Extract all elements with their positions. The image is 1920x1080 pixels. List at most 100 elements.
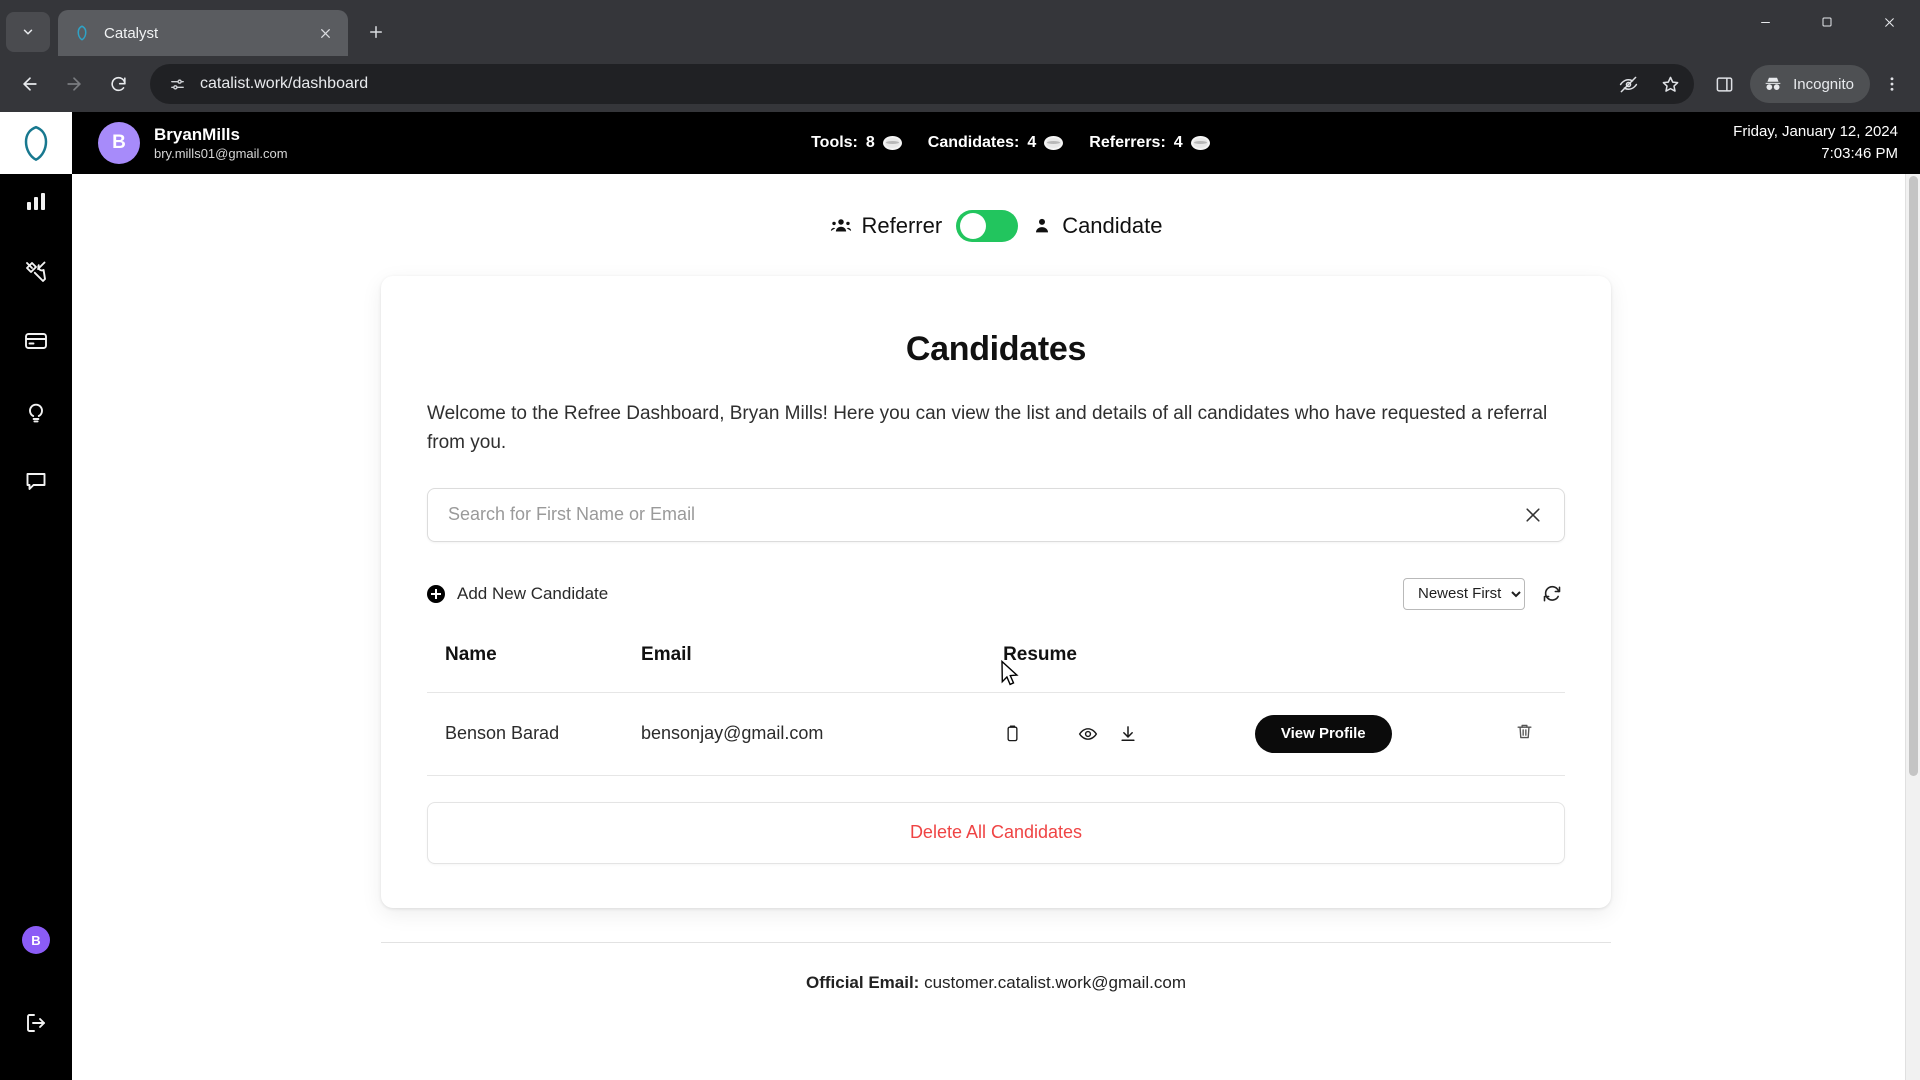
header-date: Friday, January 12, 2024 [1733, 123, 1898, 141]
browser-menu-button[interactable] [1874, 66, 1910, 102]
catalyst-logo-icon [24, 125, 48, 162]
plus-icon [370, 26, 382, 38]
scrollbar-thumb[interactable] [1909, 176, 1918, 776]
omnibox-actions [1610, 66, 1688, 102]
table-head: Name Email Resume [427, 644, 1565, 693]
close-x-icon [1526, 508, 1540, 522]
sidebar-logo[interactable] [0, 112, 72, 174]
window-controls [1734, 0, 1920, 44]
bar-chart-icon [27, 193, 45, 210]
sidebar-item-messages[interactable] [9, 454, 63, 508]
maximize-icon [1822, 17, 1832, 27]
back-arrow-icon [23, 77, 37, 91]
page-footer: Official Email: customer.catalist.work@g… [381, 941, 1611, 1033]
sidebar-item-analytics[interactable] [9, 174, 63, 228]
role-referrer[interactable]: Referrer [830, 213, 942, 239]
eye-off-icon [1619, 76, 1637, 92]
site-settings-icon[interactable] [164, 71, 190, 97]
refresh-button[interactable] [1539, 581, 1565, 607]
delete-candidate-button[interactable] [1515, 722, 1534, 741]
table-action-row: Add New Candidate Newest First Oldest Fi… [427, 577, 1565, 610]
browser-toolbar: catalist.work/dashboard Incognito [0, 56, 1920, 112]
stat-tools-value: 8 [865, 134, 875, 151]
download-resume-button[interactable] [1118, 724, 1138, 744]
header-user[interactable]: B BryanMills bry.mills01@gmail.com [98, 122, 288, 164]
switch-knob [960, 213, 987, 239]
sidebar-item-billing[interactable] [9, 314, 63, 368]
trash-icon [1517, 724, 1532, 739]
kebab-menu-icon [1890, 77, 1894, 91]
role-candidate[interactable]: Candidate [1032, 213, 1163, 239]
table-row: Benson Barad bensonjay@gmail.com View Pr… [427, 691, 1565, 776]
minimize-button[interactable] [1734, 0, 1796, 44]
bookmark-button[interactable] [1652, 66, 1688, 102]
user-name: BryanMills [154, 125, 240, 145]
role-switch[interactable] [956, 210, 1019, 242]
search-bar[interactable] [427, 487, 1565, 542]
role-toggle: Referrer Candidate [830, 210, 1163, 242]
stat-candidates-value: 4 [1027, 134, 1037, 151]
stat-referrers-label: Referrers: [1089, 134, 1166, 151]
candidates-table: Name Email Resume Benson Barad bensonjay… [427, 644, 1565, 776]
search-input[interactable] [448, 504, 1518, 526]
maximize-button[interactable] [1796, 0, 1858, 44]
add-new-candidate-button[interactable]: Add New Candidate [427, 584, 608, 604]
stat-tools: Tools: 8 [811, 134, 902, 152]
download-icon [1121, 726, 1135, 741]
footer-email: customer.catalist.work@gmail.com [924, 972, 1187, 992]
header-stats: Tools: 8 Candidates: 4 Referrers: 4 [811, 134, 1210, 152]
tracking-protection-button[interactable] [1610, 66, 1646, 102]
copy-resume-button[interactable] [1003, 724, 1022, 743]
stat-tools-label: Tools: [811, 134, 858, 151]
tab-search-button[interactable] [6, 12, 50, 52]
side-panel-icon [1716, 76, 1732, 92]
cell-delete [1484, 691, 1565, 776]
lightbulb-icon [29, 403, 43, 423]
side-panel-button[interactable] [1706, 66, 1742, 102]
minimize-icon [1760, 21, 1770, 23]
header-time: 7:03:46 PM [1821, 145, 1898, 162]
cell-email: bensonjay@gmail.com [641, 691, 1004, 776]
credit-card-icon [25, 333, 47, 349]
star-icon [1662, 76, 1678, 92]
sidebar-item-logout[interactable] [9, 996, 63, 1050]
app-header: B BryanMills bry.mills01@gmail.com Tools… [72, 112, 1920, 174]
reload-icon [110, 76, 126, 91]
page-viewport: B B BryanMills bry.mills01@gmail.com Too… [0, 112, 1920, 1080]
incognito-label: Incognito [1793, 75, 1854, 93]
reload-button[interactable] [98, 64, 138, 104]
header-datetime: Friday, January 12, 2024 7:03:46 PM [1733, 121, 1898, 165]
page-scrollbar[interactable] [1905, 174, 1920, 1080]
new-tab-button[interactable] [356, 12, 396, 52]
search-clear-button[interactable] [1518, 500, 1548, 530]
back-button[interactable] [10, 64, 50, 104]
tab-strip: Catalyst [0, 0, 1920, 56]
sidebar-item-insights[interactable] [9, 384, 63, 438]
user-avatar[interactable]: B [98, 122, 140, 164]
column-delete [1485, 644, 1565, 693]
forward-button[interactable] [54, 64, 94, 104]
sidebar-avatar[interactable]: B [22, 926, 50, 954]
sort-select[interactable]: Newest First Oldest First [1403, 577, 1525, 610]
coin-icon [882, 136, 902, 150]
table-header-row: Name Email Resume [427, 644, 1565, 693]
preview-resume-button[interactable] [1078, 724, 1098, 744]
sidebar-item-tools[interactable] [9, 244, 63, 298]
view-profile-button[interactable]: View Profile [1254, 714, 1392, 753]
sidebar-bottom: B [9, 926, 63, 1080]
welcome-text: Welcome to the Refree Dashboard, Bryan M… [427, 403, 1548, 454]
resume-actions [1003, 724, 1255, 744]
delete-all-candidates-button[interactable]: Delete All Candidates [427, 801, 1565, 864]
page-scroll-body: Referrer Candidate Candidates Welcome to [72, 174, 1920, 1080]
eye-icon [1078, 727, 1098, 740]
incognito-indicator[interactable]: Incognito [1750, 65, 1870, 103]
coin-icon [1044, 136, 1064, 150]
stat-candidates-label: Candidates: [927, 134, 1020, 151]
tab-close-button[interactable] [312, 20, 338, 46]
browser-tab[interactable]: Catalyst [58, 10, 348, 56]
close-window-button[interactable] [1858, 0, 1920, 44]
cell-action: View Profile [1254, 691, 1485, 776]
chat-icon [26, 473, 46, 490]
app-content: B BryanMills bry.mills01@gmail.com Tools… [72, 112, 1920, 1080]
address-bar[interactable]: catalist.work/dashboard [150, 64, 1695, 104]
